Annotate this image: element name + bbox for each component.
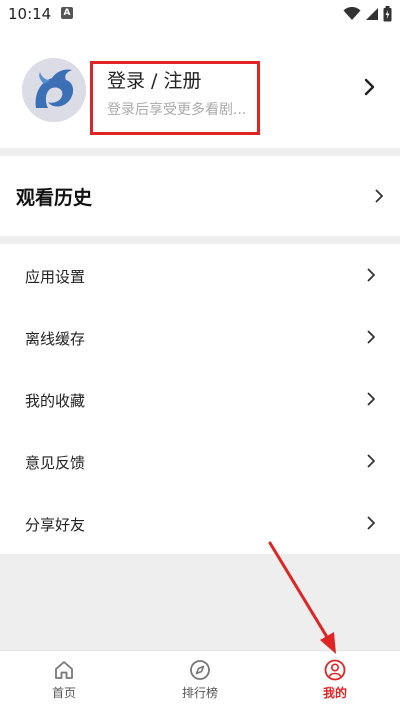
- tab-mine[interactable]: 我的: [295, 659, 375, 701]
- chevron-right-icon: [367, 516, 375, 530]
- user-icon: [324, 659, 346, 681]
- tab-home[interactable]: 首页: [24, 659, 104, 701]
- section-divider: [0, 236, 400, 244]
- profile-login-section[interactable]: 登录 / 注册 登录后享受更多看剧...: [0, 28, 400, 148]
- signal-icon: [366, 8, 378, 20]
- chevron-right-icon[interactable]: [364, 78, 376, 96]
- section-divider: [0, 148, 400, 156]
- status-bar: 10:14 A: [0, 0, 400, 28]
- menu-item-app-settings[interactable]: 应用设置: [0, 244, 400, 306]
- status-icons: [343, 4, 392, 24]
- chevron-right-icon: [367, 268, 375, 282]
- menu-item-offline-cache[interactable]: 离线缓存: [0, 306, 400, 368]
- home-icon: [55, 661, 73, 679]
- tab-home-label: 首页: [51, 686, 76, 700]
- chevron-right-icon: [367, 454, 375, 468]
- watch-history-label: 观看历史: [16, 187, 93, 209]
- tab-ranking[interactable]: 排行榜: [160, 659, 240, 701]
- battery-icon: [383, 6, 392, 22]
- menu-item-label: 分享好友: [25, 516, 86, 534]
- compass-icon: [190, 660, 210, 680]
- chevron-right-icon: [367, 392, 375, 406]
- menu-item-favorites[interactable]: 我的收藏: [0, 368, 400, 430]
- notification-icon: A: [61, 7, 73, 19]
- empty-area: [0, 554, 400, 650]
- status-time: 10:14: [8, 5, 52, 23]
- menu-item-feedback[interactable]: 意见反馈: [0, 430, 400, 492]
- menu-item-share-friends[interactable]: 分享好友: [0, 492, 400, 554]
- menu-item-label: 应用设置: [25, 268, 86, 286]
- wifi-icon: [343, 7, 361, 20]
- bottom-tab-bar: 首页 排行榜 我的: [0, 650, 400, 711]
- chevron-right-icon: [367, 330, 375, 344]
- menu-item-label: 我的收藏: [25, 392, 86, 410]
- settings-menu-list: 应用设置 离线缓存 我的收藏 意见反馈 分享好友: [0, 244, 400, 554]
- menu-item-label: 离线缓存: [25, 330, 86, 348]
- watch-history-row[interactable]: 观看历史: [0, 156, 400, 236]
- chevron-right-icon[interactable]: [375, 189, 384, 203]
- tab-mine-label: 我的: [322, 686, 347, 700]
- annotation-highlight-box: [90, 61, 260, 135]
- dragon-logo-icon: [22, 58, 86, 122]
- menu-item-label: 意见反馈: [25, 454, 86, 472]
- avatar[interactable]: [22, 58, 86, 122]
- tab-ranking-label: 排行榜: [181, 686, 218, 700]
